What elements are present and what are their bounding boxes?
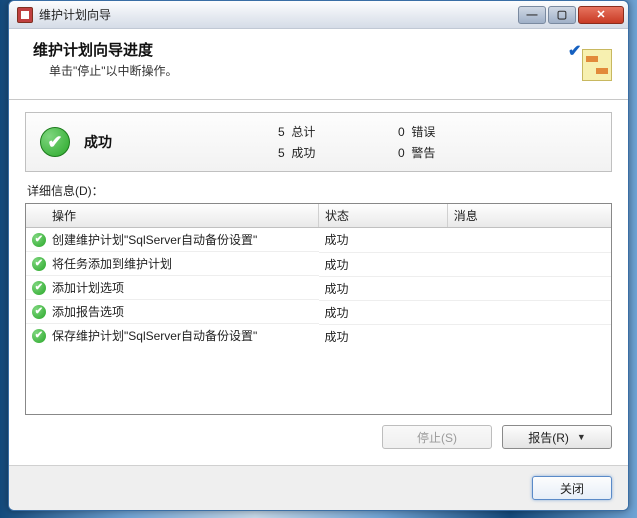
col-operation[interactable]: 操作 xyxy=(26,204,319,228)
header-area: 维护计划向导进度 单击"停止"以中断操作。 ✔ xyxy=(9,29,628,100)
table-row[interactable]: ✔ 保存维护计划"SqlServer自动备份设置" 成功 xyxy=(26,324,611,348)
close-window-button[interactable]: ✕ xyxy=(578,6,624,24)
table-row[interactable]: ✔ 添加报告选项 成功 xyxy=(26,300,611,324)
content-area: ✔ 成功 5 总计 0 错误 5 成功 0 警告 xyxy=(9,100,628,465)
details-table: 操作 状态 消息 ✔ 创建维护计划"SqlServer自动备份设置" 成功 ✔ 将任务添… xyxy=(26,204,611,348)
success-icon: ✔ xyxy=(32,305,46,319)
stat-total: 5 总计 xyxy=(278,123,398,140)
cell-message xyxy=(447,300,611,324)
success-icon: ✔ xyxy=(32,281,46,295)
success-icon: ✔ xyxy=(40,127,70,157)
page-title: 维护计划向导进度 xyxy=(33,39,568,60)
plan-document-icon xyxy=(582,49,612,81)
table-row[interactable]: ✔ 将任务添加到维护计划 成功 xyxy=(26,252,611,276)
report-button[interactable]: 报告(R) ▼ xyxy=(502,425,612,449)
maximize-button[interactable]: ▢ xyxy=(548,6,576,24)
operation-text: 创建维护计划"SqlServer自动备份设置" xyxy=(52,231,257,248)
operation-text: 添加计划选项 xyxy=(52,279,124,296)
operation-text: 保存维护计划"SqlServer自动备份设置" xyxy=(52,327,257,344)
success-icon: ✔ xyxy=(32,329,46,343)
cell-operation: ✔ 添加计划选项 xyxy=(26,276,319,300)
wizard-window: 维护计划向导 — ▢ ✕ 维护计划向导进度 单击"停止"以中断操作。 ✔ ✔ 成… xyxy=(8,0,629,511)
cell-status: 成功 xyxy=(319,324,448,348)
cell-message xyxy=(447,252,611,276)
details-table-wrap[interactable]: 操作 状态 消息 ✔ 创建维护计划"SqlServer自动备份设置" 成功 ✔ 将任务添… xyxy=(25,203,612,415)
table-row[interactable]: ✔ 创建维护计划"SqlServer自动备份设置" 成功 xyxy=(26,228,611,253)
col-message[interactable]: 消息 xyxy=(447,204,611,228)
cell-operation: ✔ 创建维护计划"SqlServer自动备份设置" xyxy=(26,228,319,252)
cell-operation: ✔ 将任务添加到维护计划 xyxy=(26,252,319,276)
chevron-down-icon: ▼ xyxy=(577,432,586,442)
cell-operation: ✔ 保存维护计划"SqlServer自动备份设置" xyxy=(26,324,319,347)
cell-status: 成功 xyxy=(319,300,448,324)
app-icon xyxy=(17,7,33,23)
cell-message xyxy=(447,324,611,348)
cell-message xyxy=(447,276,611,300)
stat-error: 0 错误 xyxy=(398,123,518,140)
checkmark-icon: ✔ xyxy=(568,41,581,61)
titlebar[interactable]: 维护计划向导 — ▢ ✕ xyxy=(9,1,628,29)
action-buttons: 停止(S) 报告(R) ▼ xyxy=(25,415,612,455)
cell-status: 成功 xyxy=(319,276,448,300)
bottom-bar: 关闭 xyxy=(9,465,628,510)
stop-button: 停止(S) xyxy=(382,425,492,449)
page-subtitle: 单击"停止"以中断操作。 xyxy=(49,62,568,79)
header-icon: ✔ xyxy=(568,41,612,85)
cell-status: 成功 xyxy=(319,252,448,276)
success-icon: ✔ xyxy=(32,257,46,271)
summary-box: ✔ 成功 5 总计 0 错误 5 成功 0 警告 xyxy=(25,112,612,172)
details-label: 详细信息(D)： xyxy=(27,182,612,199)
close-button[interactable]: 关闭 xyxy=(532,476,612,500)
operation-text: 添加报告选项 xyxy=(52,303,124,320)
table-row[interactable]: ✔ 添加计划选项 成功 xyxy=(26,276,611,300)
cell-status: 成功 xyxy=(319,228,448,253)
stat-success: 5 成功 xyxy=(278,144,398,161)
minimize-button[interactable]: — xyxy=(518,6,546,24)
stat-warning: 0 警告 xyxy=(398,144,518,161)
window-title: 维护计划向导 xyxy=(39,6,518,23)
success-icon: ✔ xyxy=(32,233,46,247)
summary-status: 成功 xyxy=(84,132,264,152)
cell-operation: ✔ 添加报告选项 xyxy=(26,300,319,324)
operation-text: 将任务添加到维护计划 xyxy=(52,255,172,272)
col-status[interactable]: 状态 xyxy=(319,204,448,228)
summary-stats: 5 总计 0 错误 5 成功 0 警告 xyxy=(278,123,597,161)
cell-message xyxy=(447,228,611,253)
window-controls: — ▢ ✕ xyxy=(518,6,624,24)
